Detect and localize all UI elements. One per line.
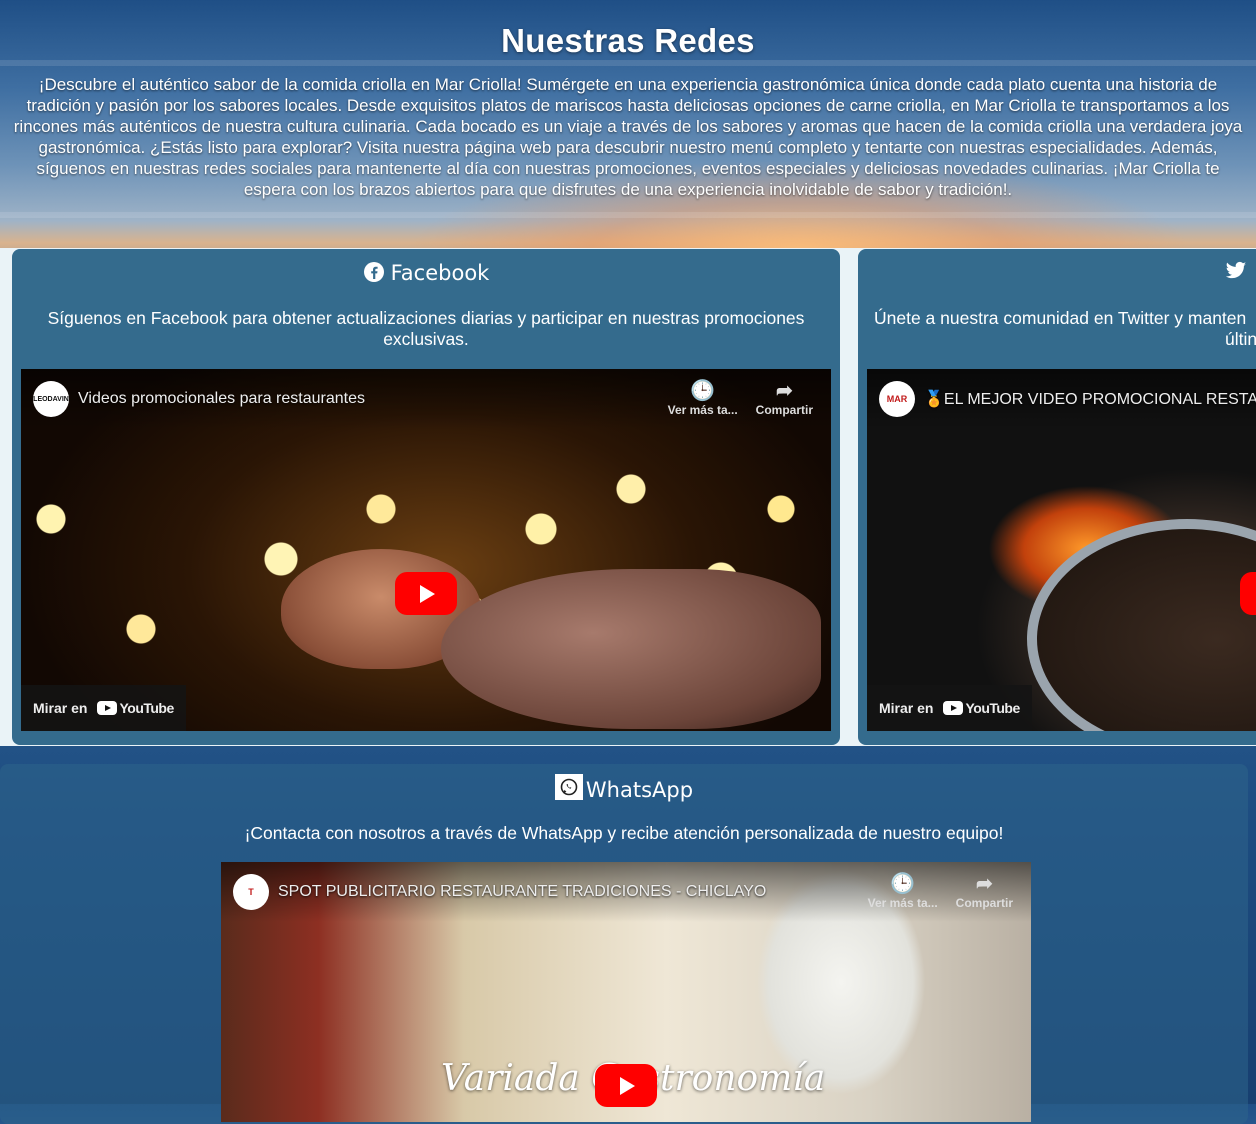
channel-avatar[interactable]: LEODAVIN <box>33 381 69 417</box>
video-title[interactable]: Videos promocionales para restaurantes <box>78 390 365 408</box>
watch-later-label: Ver más ta... <box>667 403 738 417</box>
watch-on-label: Mirar en <box>33 700 88 716</box>
watch-on-youtube-button[interactable]: Mirar en YouTube <box>867 685 1032 731</box>
whatsapp-video-embed[interactable]: T SPOT PUBLICITARIO RESTAURANTE TRADICIO… <box>221 862 1031 1122</box>
clock-icon: 🕒 <box>890 873 916 895</box>
watch-on-youtube-button[interactable]: Mirar en YouTube <box>21 685 186 731</box>
youtube-wordmark: YouTube <box>965 700 1020 716</box>
page-header: Nuestras Redes ¡Descubre el auténtico sa… <box>0 0 1256 200</box>
play-button[interactable] <box>1240 572 1256 615</box>
youtube-logo: YouTube <box>943 700 1020 716</box>
video-actions: 🕒 Ver más ta... ➦ Compartir <box>668 379 813 417</box>
channel-avatar[interactable]: T <box>233 874 269 910</box>
video-actions: 🕒 Ver más ta... ➦ Compartir <box>868 872 1013 910</box>
video-thumbnail-hand <box>441 569 821 729</box>
facebook-card-header: Facebook <box>12 261 840 288</box>
watch-on-label: Mirar en <box>879 700 934 716</box>
facebook-card-title: Facebook <box>390 261 490 285</box>
whatsapp-card-description: ¡Contacta con nosotros a través de Whats… <box>244 823 1004 843</box>
video-title[interactable]: SPOT PUBLICITARIO RESTAURANTE TRADICIONE… <box>278 883 766 901</box>
page-title: Nuestras Redes <box>501 22 755 59</box>
whatsapp-icon <box>554 774 583 805</box>
video-title-row: T SPOT PUBLICITARIO RESTAURANTE TRADICIO… <box>233 874 766 910</box>
background-streak <box>0 212 1256 218</box>
twitter-card-description: Únete a nuestra comunidad en Twitter y m… <box>874 308 1256 350</box>
twitter-card-description-line1: Únete a nuestra comunidad en Twitter y m… <box>874 308 1247 328</box>
clock-icon: 🕒 <box>690 380 716 402</box>
whatsapp-card: WhatsApp ¡Contacta con nosotros a través… <box>0 764 1248 1124</box>
watch-later-button[interactable]: 🕒 Ver más ta... <box>868 872 938 910</box>
facebook-card-description: Síguenos en Facebook para obtener actual… <box>47 308 805 349</box>
youtube-logo: YouTube <box>97 700 174 716</box>
channel-avatar[interactable]: MAR <box>879 381 915 417</box>
watch-later-button[interactable]: 🕒 Ver más ta... <box>668 379 738 417</box>
share-button[interactable]: ➦ Compartir <box>956 872 1013 910</box>
video-title[interactable]: 🏅EL MEJOR VIDEO PROMOCIONAL RESTAUR <box>924 389 1256 409</box>
share-arrow-icon: ➦ <box>975 873 993 895</box>
watch-later-label: Ver más ta... <box>867 896 938 910</box>
whatsapp-card-header: WhatsApp <box>0 774 1248 805</box>
youtube-play-icon <box>97 701 118 715</box>
play-button[interactable] <box>595 1064 657 1107</box>
facebook-video-embed[interactable]: LEODAVIN Videos promocionales para resta… <box>21 369 831 731</box>
youtube-wordmark: YouTube <box>119 700 174 716</box>
video-thumbnail-pan <box>1027 519 1256 731</box>
share-label: Compartir <box>955 896 1013 910</box>
twitter-card: Únete a nuestra comunidad en Twitter y m… <box>858 249 1256 745</box>
youtube-play-icon <box>943 701 964 715</box>
share-arrow-icon: ➦ <box>775 380 793 402</box>
facebook-icon <box>363 261 385 288</box>
twitter-icon <box>1225 261 1247 286</box>
twitter-card-description-line2: últin <box>1225 329 1256 349</box>
share-button[interactable]: ➦ Compartir <box>756 379 813 417</box>
intro-paragraph: ¡Descubre el auténtico sabor de la comid… <box>13 75 1243 199</box>
facebook-card: Facebook Síguenos en Facebook para obten… <box>12 249 840 745</box>
share-label: Compartir <box>755 403 813 417</box>
play-button[interactable] <box>395 572 457 615</box>
video-title-row: LEODAVIN Videos promocionales para resta… <box>33 381 365 417</box>
whatsapp-card-title: WhatsApp <box>585 778 694 802</box>
twitter-video-embed[interactable]: MAR 🏅EL MEJOR VIDEO PROMOCIONAL RESTAUR … <box>867 369 1256 731</box>
video-title-row: MAR 🏅EL MEJOR VIDEO PROMOCIONAL RESTAUR <box>879 381 1256 417</box>
